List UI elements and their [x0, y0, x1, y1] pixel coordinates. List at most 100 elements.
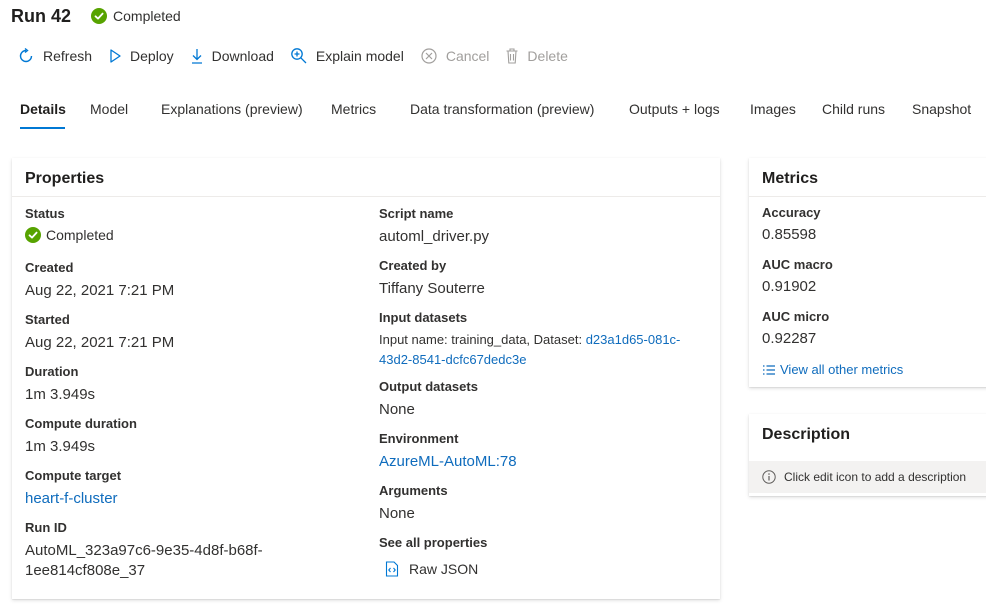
metric-label: Accuracy	[762, 205, 821, 220]
environment-link[interactable]: AzureML-AutoML:78	[379, 452, 517, 472]
view-all-metrics-link[interactable]: View all other metrics	[762, 362, 903, 377]
arguments-property: Arguments None	[379, 483, 448, 524]
run-id-value-line1: AutoML_323a97c6-9e35-4d8f-b68f-	[25, 542, 263, 559]
see-all-label: See all properties	[379, 535, 488, 550]
created-by-value: Tiffany Souterre	[379, 280, 485, 297]
metric-label: AUC micro	[762, 309, 830, 324]
created-property: Created Aug 22, 2021 7:21 PM	[25, 260, 174, 301]
cancel-icon	[421, 48, 437, 64]
environment-label: Environment	[379, 431, 459, 446]
status-property: Status Completed	[25, 206, 114, 243]
dataset-link-part1[interactable]: d23a1d65-081c-	[586, 332, 681, 347]
cancel-button[interactable]: Cancel	[420, 47, 490, 65]
raw-json-button[interactable]: Raw JSON	[379, 561, 487, 577]
created-value: Aug 22, 2021 7:21 PM	[25, 282, 175, 299]
delete-label: Delete	[527, 48, 568, 64]
metrics-card: Metrics Accuracy 0.85598 AUC macro 0.919…	[749, 158, 986, 387]
tab-details[interactable]: Details	[20, 101, 66, 117]
active-tab-indicator	[20, 127, 65, 129]
cancel-label: Cancel	[445, 48, 490, 64]
metric-auc-macro: AUC macro 0.91902	[762, 257, 833, 297]
description-card: Description Click edit icon to add a des…	[749, 414, 986, 496]
tab-explanations[interactable]: Explanations (preview)	[161, 101, 303, 117]
started-value: Aug 22, 2021 7:21 PM	[25, 334, 175, 351]
download-icon	[191, 49, 202, 64]
input-datasets-value: Input name: training_data, Dataset: d23a…	[379, 330, 709, 370]
created-label: Created	[25, 260, 74, 275]
input-datasets-label: Input datasets	[379, 310, 468, 325]
delete-button[interactable]: Delete	[505, 47, 568, 65]
input-datasets-property: Input datasets Input name: training_data…	[379, 310, 709, 370]
tab-outputs-logs[interactable]: Outputs + logs	[629, 101, 720, 117]
raw-json-label: Raw JSON	[409, 561, 479, 577]
tab-metrics[interactable]: Metrics	[331, 101, 376, 117]
page-title: Run 42	[11, 5, 72, 26]
code-file-icon	[385, 561, 399, 577]
download-button[interactable]: Download	[190, 47, 274, 65]
started-label: Started	[25, 312, 70, 327]
properties-card: Properties Status Completed Created Aug …	[12, 158, 720, 599]
metric-value: 0.92287	[762, 330, 817, 347]
refresh-button[interactable]: Refresh	[17, 47, 92, 65]
download-label: Download	[211, 48, 274, 64]
tab-data-transformation[interactable]: Data transformation (preview)	[410, 101, 594, 117]
input-datasets-prefix: Input name: training_data, Dataset:	[379, 332, 586, 347]
view-all-metrics-label: View all other metrics	[780, 362, 904, 377]
properties-title: Properties	[25, 170, 105, 187]
dataset-link-part2[interactable]: 43d2-8541-dcfc67dedc3e	[379, 352, 526, 367]
description-title: Description	[762, 426, 851, 443]
run-id-property: Run ID AutoML_323a97c6-9e35-4d8f-b68f- 1…	[25, 520, 263, 581]
explain-model-label: Explain model	[315, 48, 404, 64]
run-header: Run 42 Completed	[11, 4, 181, 28]
info-icon	[762, 470, 776, 484]
status-badge: Completed	[91, 8, 181, 24]
metric-label: AUC macro	[762, 257, 833, 272]
compute-target-link[interactable]: heart-f-cluster	[25, 489, 121, 509]
started-property: Started Aug 22, 2021 7:21 PM	[25, 312, 174, 353]
arguments-label: Arguments	[379, 483, 448, 498]
compute-duration-label: Compute duration	[25, 416, 137, 431]
duration-label: Duration	[25, 364, 79, 379]
status-value-text: Completed	[46, 227, 114, 243]
metric-auc-micro: AUC micro 0.92287	[762, 309, 829, 349]
explain-model-button[interactable]: Explain model	[290, 47, 404, 65]
divider	[12, 196, 720, 197]
script-name-property: Script name automl_driver.py	[379, 206, 489, 247]
metric-value: 0.85598	[762, 226, 817, 243]
tab-child-runs[interactable]: Child runs	[822, 101, 885, 117]
metric-value: 0.91902	[762, 278, 817, 295]
run-id-value-line2: 1ee814cf808e_37	[25, 562, 146, 579]
refresh-icon	[19, 47, 33, 63]
deploy-button[interactable]: Deploy	[108, 48, 174, 64]
compute-duration-value: 1m 3.949s	[25, 438, 96, 455]
created-by-label: Created by	[379, 258, 447, 273]
tab-snapshot[interactable]: Snapshot	[912, 101, 971, 117]
compute-duration-property: Compute duration 1m 3.949s	[25, 416, 137, 457]
duration-property: Duration 1m 3.949s	[25, 364, 95, 405]
script-name-label: Script name	[379, 206, 454, 221]
tab-bar: Details Model Explanations (preview) Met…	[0, 96, 986, 132]
see-all-properties: See all properties Raw JSON	[379, 535, 487, 577]
metric-accuracy: Accuracy 0.85598	[762, 205, 821, 245]
duration-value: 1m 3.949s	[25, 386, 96, 403]
metrics-title: Metrics	[762, 170, 819, 187]
output-datasets-property: Output datasets None	[379, 379, 478, 420]
tab-images[interactable]: Images	[750, 101, 796, 117]
status-value: Completed	[25, 227, 114, 243]
trash-icon	[506, 48, 518, 64]
compute-target-property: Compute target heart-f-cluster	[25, 468, 121, 509]
status-text: Completed	[113, 8, 181, 24]
tab-model[interactable]: Model	[90, 101, 128, 117]
status-label: Status	[25, 206, 65, 221]
run-id-label: Run ID	[25, 520, 67, 535]
description-placeholder-text: Click edit icon to add a description	[784, 470, 967, 484]
check-circle-icon	[25, 227, 41, 243]
arguments-value: None	[379, 505, 415, 522]
created-by-property: Created by Tiffany Souterre	[379, 258, 485, 299]
play-icon	[110, 49, 121, 63]
check-circle-icon	[91, 8, 108, 24]
command-bar: Refresh Deploy Download Explain model Ca…	[17, 44, 584, 68]
environment-property: Environment AzureML-AutoML:78	[379, 431, 517, 472]
output-datasets-value: None	[379, 401, 415, 418]
script-name-value: automl_driver.py	[379, 228, 490, 245]
